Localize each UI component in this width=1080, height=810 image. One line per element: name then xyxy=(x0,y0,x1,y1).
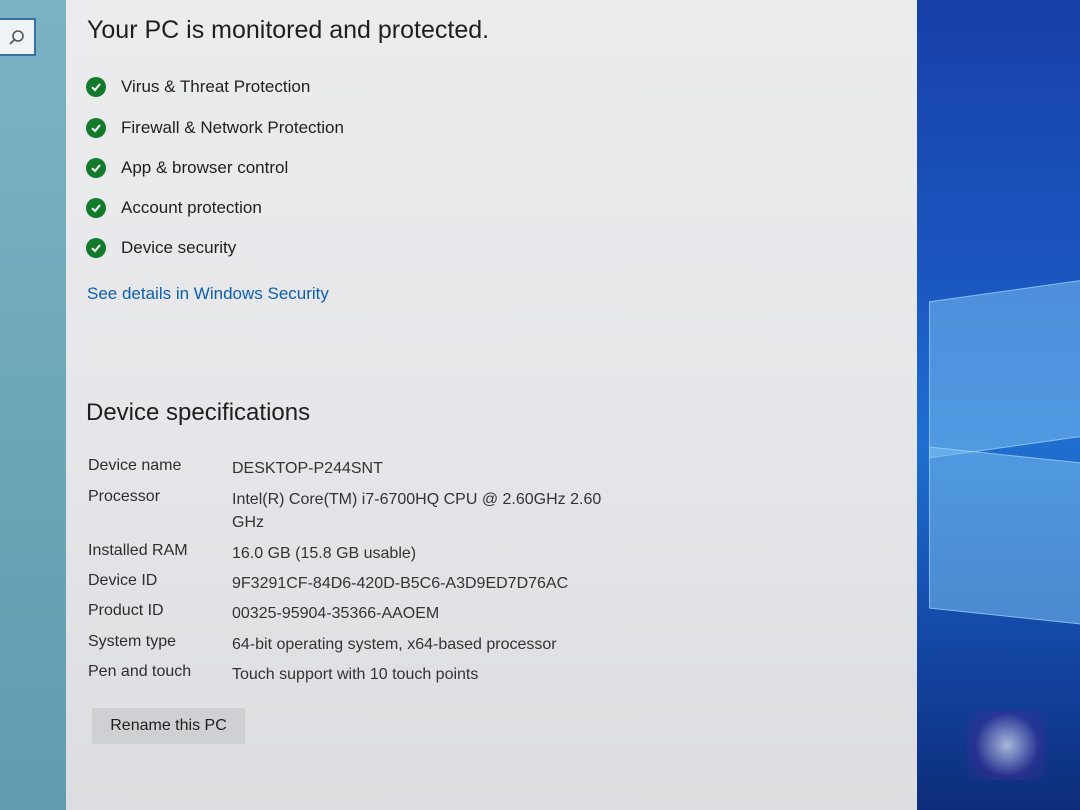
search-button[interactable] xyxy=(0,18,36,56)
status-label: Virus & Threat Protection xyxy=(121,77,311,96)
desktop-icon-glow xyxy=(967,710,1047,780)
spec-label: Device ID xyxy=(88,572,158,589)
spec-value: Intel(R) Core(TM) i7-6700HQ CPU @ 2.60GH… xyxy=(232,491,602,531)
check-circle-icon xyxy=(86,198,106,218)
spec-label: Product ID xyxy=(88,602,164,619)
device-specifications-heading: Device specifications xyxy=(86,399,311,426)
status-item-device-security: Device security xyxy=(86,236,236,260)
background-edge xyxy=(0,0,70,810)
spec-value: 16.0 GB (15.8 GB usable) xyxy=(232,545,417,562)
windows-security-link[interactable]: See details in Windows Security xyxy=(87,284,329,304)
check-circle-icon xyxy=(86,118,106,138)
spec-value: 64-bit operating system, x64-based proce… xyxy=(232,636,557,653)
status-label: Firewall & Network Protection xyxy=(121,118,344,137)
check-circle-icon xyxy=(86,158,106,178)
status-item-virus-threat: Virus & Threat Protection xyxy=(86,75,310,99)
spec-value: 9F3291CF-84D6-420D-B5C6-A3D9ED7D76AC xyxy=(232,575,569,592)
about-settings-panel: Your PC is monitored and protected. Viru… xyxy=(66,0,917,810)
search-icon xyxy=(9,30,24,45)
check-circle-icon xyxy=(86,238,106,258)
status-label: Device security xyxy=(121,238,237,257)
spec-label: Pen and touch xyxy=(88,663,192,680)
status-item-account: Account protection xyxy=(86,196,262,220)
desktop-wallpaper xyxy=(917,0,1080,810)
status-item-firewall: Firewall & Network Protection xyxy=(86,116,344,140)
spec-label: System type xyxy=(88,633,177,650)
spec-label: Processor xyxy=(88,488,161,505)
spec-label: Device name xyxy=(88,457,182,474)
rename-pc-button[interactable]: Rename this PC xyxy=(92,708,245,744)
spec-value: Touch support with 10 touch points xyxy=(232,666,479,683)
protection-status-title: Your PC is monitored and protected. xyxy=(87,16,490,44)
status-label: App & browser control xyxy=(121,158,289,177)
spec-value: DESKTOP-P244SNT xyxy=(232,460,383,477)
windows-logo-pane xyxy=(929,278,1080,459)
windows-logo-pane xyxy=(929,446,1080,626)
check-circle-icon xyxy=(86,77,106,97)
spec-value: 00325-95904-35366-AAOEM xyxy=(232,605,440,622)
status-item-app-browser: App & browser control xyxy=(86,156,288,180)
status-label: Account protection xyxy=(121,198,262,217)
spec-label: Installed RAM xyxy=(88,542,188,559)
